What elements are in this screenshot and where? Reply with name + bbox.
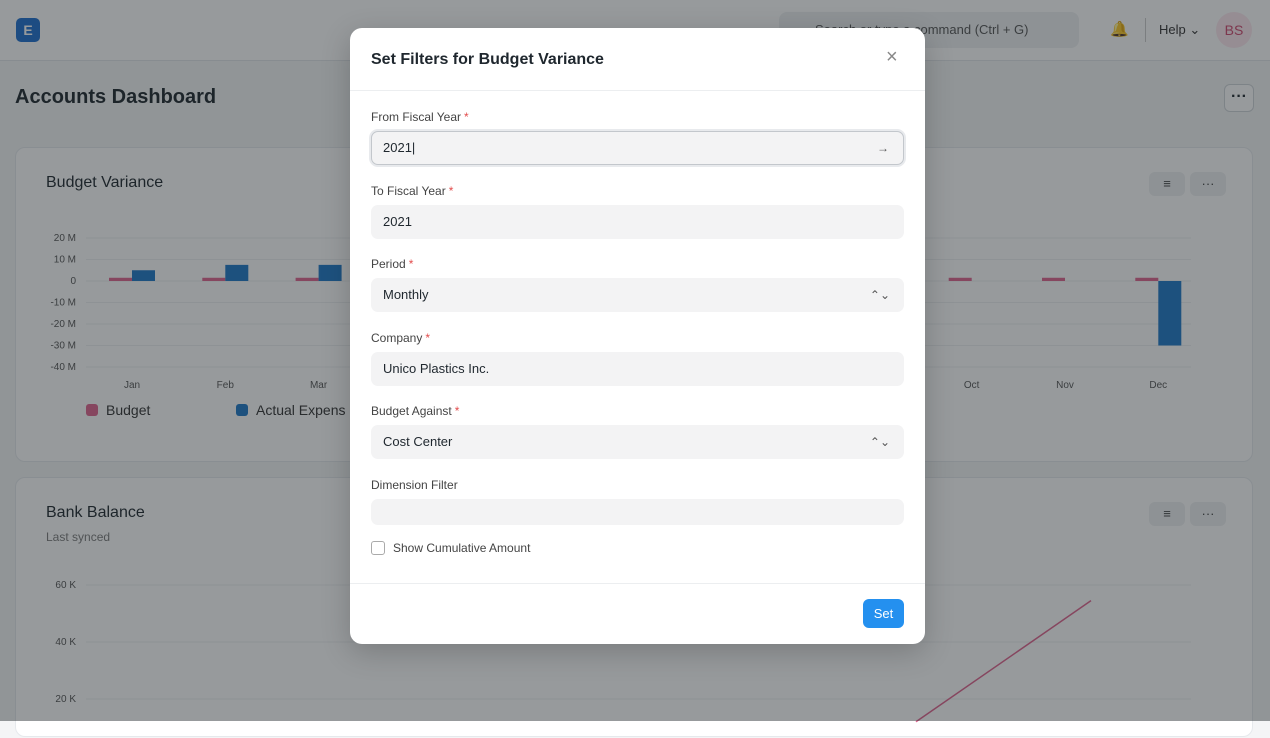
divider	[350, 583, 925, 584]
field-company: Company * Unico Plastics Inc.	[371, 331, 904, 386]
required-marker: *	[425, 331, 431, 345]
show-cumulative-checkbox[interactable]: Show Cumulative Amount	[371, 541, 530, 555]
field-budget-against: Budget Against * Cost Center ⌃⌄	[371, 404, 904, 459]
field-input[interactable]: Unico Plastics Inc.	[371, 352, 904, 386]
dialog-header: Set Filters for Budget Variance ×	[350, 28, 925, 91]
set-button[interactable]: Set	[863, 599, 904, 628]
select-chevron-icon: ⌃⌄	[869, 435, 890, 449]
checkbox[interactable]	[371, 541, 385, 555]
field-input[interactable]: 2021| →	[371, 131, 904, 165]
field-dimension-filter: Dimension Filter	[371, 478, 904, 525]
field-label: Period *	[371, 257, 414, 271]
required-marker: *	[454, 404, 460, 418]
input-value: 2021	[383, 214, 412, 229]
field-input[interactable]: Monthly ⌃⌄	[371, 278, 904, 312]
field-label: Dimension Filter	[371, 478, 458, 492]
checkbox-label: Show Cumulative Amount	[393, 541, 531, 555]
field-input[interactable]: Cost Center ⌃⌄	[371, 425, 904, 459]
field-input[interactable]: 2021	[371, 205, 904, 239]
field-label: From Fiscal Year *	[371, 110, 469, 124]
input-value: 2021|	[383, 140, 416, 155]
field-input[interactable]	[371, 499, 904, 525]
required-marker: *	[408, 257, 414, 271]
arrow-right-icon[interactable]: →	[877, 132, 889, 164]
close-icon[interactable]: ×	[886, 46, 898, 69]
field-period: Period * Monthly ⌃⌄	[371, 257, 904, 312]
field-label: Company *	[371, 331, 431, 345]
select-chevron-icon: ⌃⌄	[869, 288, 890, 302]
field-from-fiscal-year: From Fiscal Year * 2021| →	[371, 110, 904, 165]
dialog-title: Set Filters for Budget Variance	[371, 51, 604, 68]
input-value: Cost Center	[383, 434, 453, 449]
field-label: To Fiscal Year *	[371, 184, 454, 198]
field-to-fiscal-year: To Fiscal Year * 2021	[371, 184, 904, 239]
required-marker: *	[448, 184, 454, 198]
field-label: Budget Against *	[371, 404, 460, 418]
set-filters-dialog: Set Filters for Budget Variance × From F…	[350, 28, 925, 644]
input-value: Monthly	[383, 287, 429, 302]
required-marker: *	[464, 110, 469, 124]
input-value: Unico Plastics Inc.	[383, 361, 490, 376]
